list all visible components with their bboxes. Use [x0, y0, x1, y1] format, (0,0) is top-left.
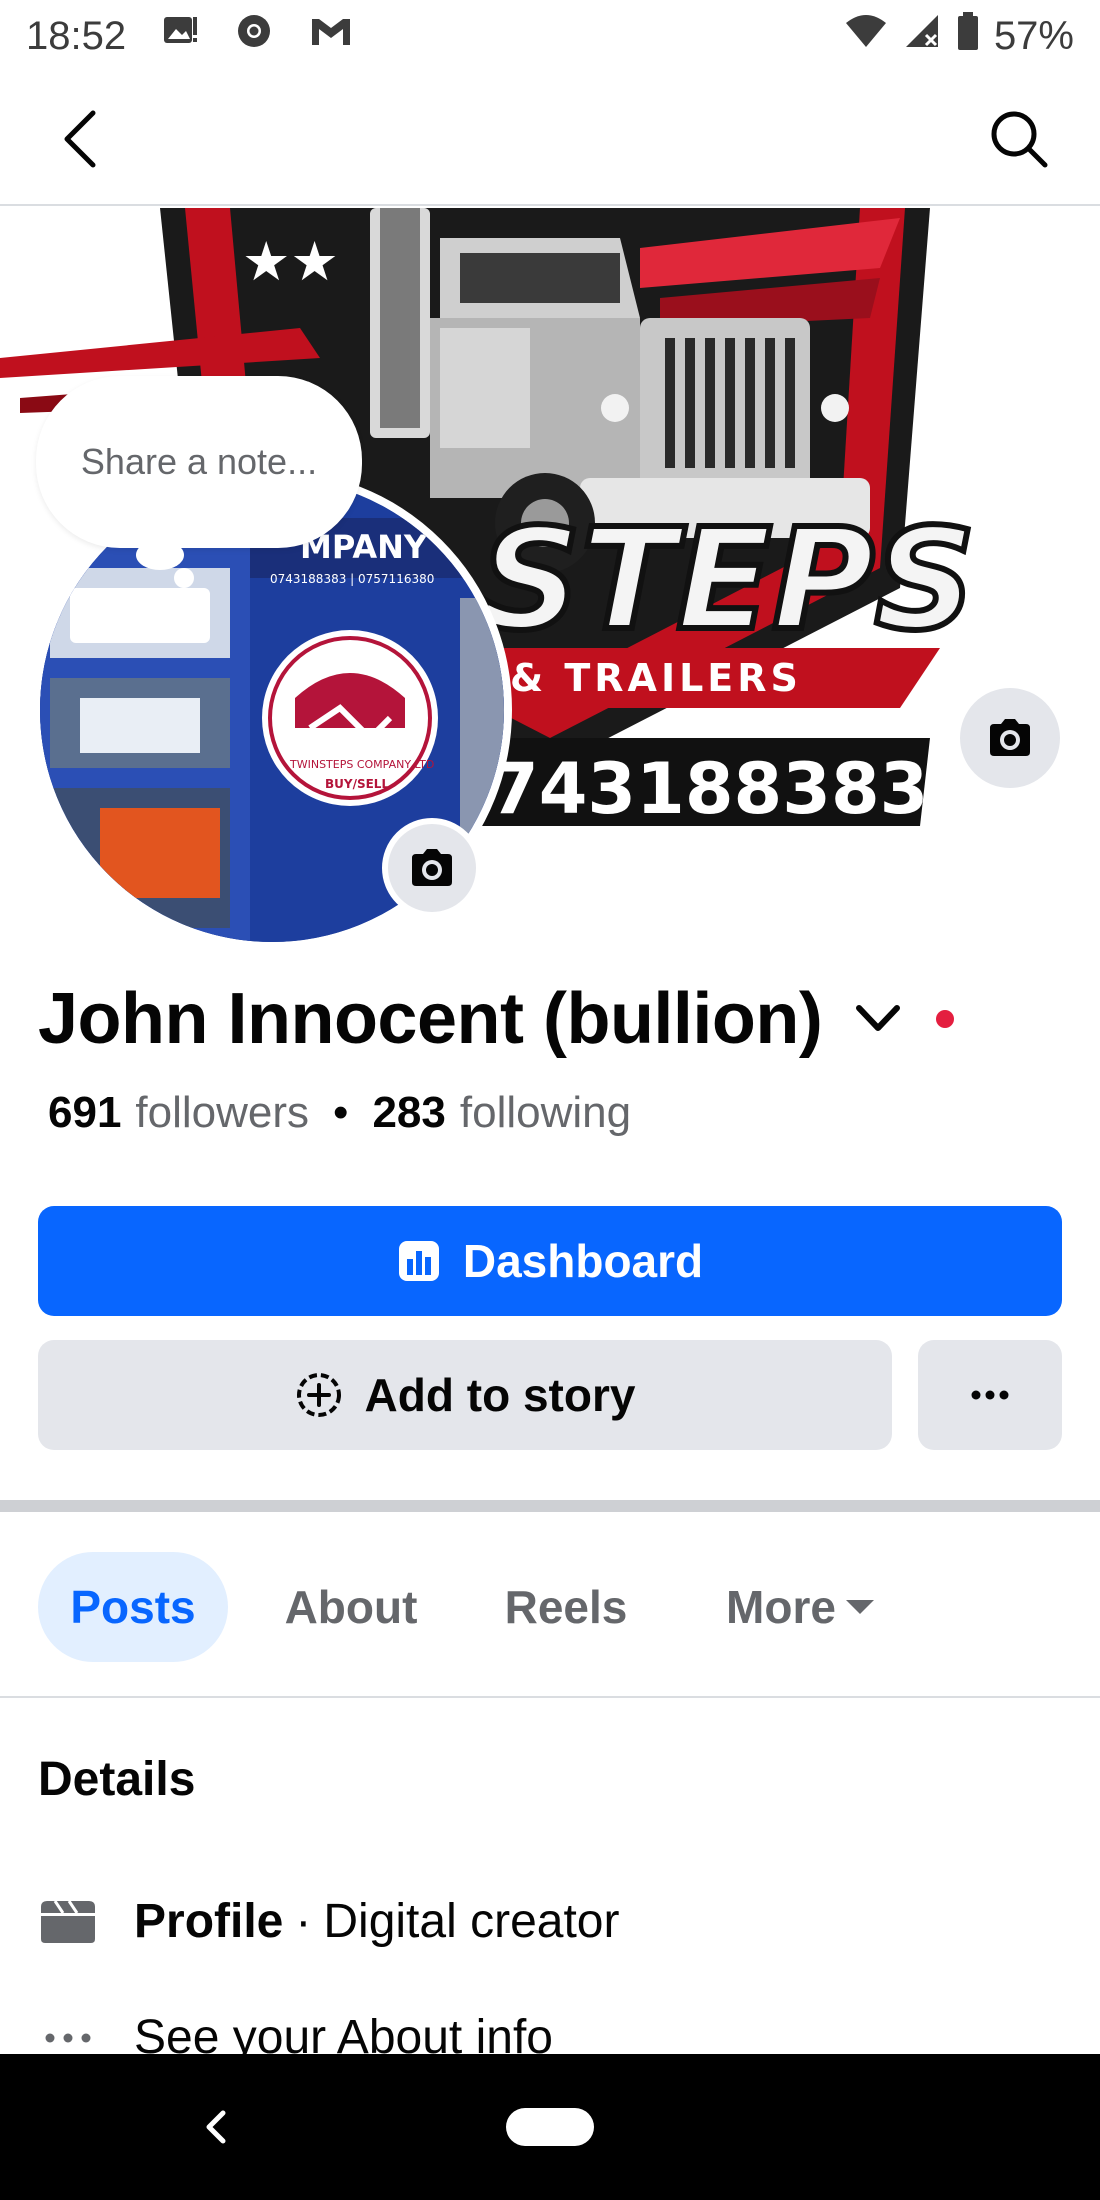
profile-name-row: John Innocent (bullion) — [38, 978, 955, 1060]
share-note-placeholder: Share a note... — [80, 441, 318, 482]
search-button[interactable] — [984, 104, 1054, 174]
tab-about-label: About — [284, 1581, 418, 1633]
detail-profile-value: Digital creator — [323, 1895, 620, 1948]
signal-icon — [902, 11, 942, 61]
tab-posts[interactable]: Posts — [38, 1552, 228, 1662]
camera-icon — [412, 849, 452, 886]
dashboard-label: Dashboard — [462, 1235, 704, 1287]
following-count: 283 — [372, 1088, 446, 1137]
dashboard-button[interactable]: Dashboard — [38, 1206, 1062, 1316]
more-options-button[interactable] — [918, 1340, 1062, 1450]
chrome-icon — [234, 11, 274, 61]
cover-stars: ★★ — [242, 230, 339, 293]
system-home-button[interactable] — [506, 2108, 594, 2146]
caret-down-icon — [845, 1600, 874, 1614]
follow-stats: 691 followers • 283 following — [48, 1088, 631, 1138]
battery-percent: 57% — [993, 13, 1074, 58]
note-bubble-tail-small — [174, 568, 194, 588]
battery-icon — [956, 11, 980, 61]
back-arrow-icon — [206, 2110, 226, 2144]
search-icon — [991, 111, 1048, 168]
add-to-story-label: Add to story — [364, 1369, 636, 1421]
section-divider — [0, 1500, 1100, 1512]
tab-more-label: More — [726, 1581, 836, 1633]
followers-link[interactable]: 691 followers — [48, 1088, 309, 1138]
top-nav — [0, 72, 1100, 206]
clapperboard-icon — [38, 1897, 98, 1947]
tab-reels[interactable]: Reels — [480, 1552, 652, 1662]
profile-name: John Innocent (bullion) — [38, 979, 823, 1059]
following-label: following — [459, 1088, 632, 1137]
followers-label: followers — [135, 1088, 310, 1137]
switch-profile-button[interactable] — [850, 991, 906, 1047]
tab-about[interactable]: About — [268, 1552, 434, 1662]
note-bubble-tail — [136, 540, 184, 570]
cover-brand-text: STEPS — [480, 499, 975, 662]
gmail-icon — [308, 11, 354, 61]
details-heading: Details — [38, 1753, 196, 1806]
tab-reels-label: Reels — [504, 1581, 628, 1633]
following-link[interactable]: 283 following — [372, 1088, 631, 1138]
followers-count: 691 — [48, 1088, 122, 1137]
edit-cover-button[interactable] — [960, 688, 1060, 788]
dashboard-icon — [398, 1241, 439, 1281]
gallery-notification-icon — [160, 11, 200, 61]
chevron-left-icon — [64, 110, 96, 168]
detail-profile-label: Profile — [134, 1895, 284, 1948]
system-back-button[interactable] — [186, 2094, 246, 2160]
detail-separator: · — [295, 1895, 312, 1948]
back-button[interactable] — [46, 104, 116, 174]
wifi-icon — [844, 11, 888, 61]
stats-separator: • — [333, 1088, 349, 1137]
add-to-story-button[interactable]: Add to story — [38, 1340, 892, 1450]
status-bar: 18:52 57% — [0, 0, 1100, 72]
profile-tabs: Posts About Reels More — [0, 1512, 1100, 1698]
avatar-logo-sub: BUY/SELL — [325, 777, 389, 791]
cover-phone-text: 743188383 — [490, 748, 928, 826]
avatar-logo-text: TWINSTEPS COMPANY LTD — [289, 758, 434, 771]
notification-dot — [936, 1010, 955, 1028]
cover-subtext: & TRAILERS — [510, 656, 802, 700]
camera-icon — [990, 719, 1030, 756]
share-note-bubble[interactable]: Share a note... — [36, 376, 362, 548]
system-navigation-bar — [0, 2054, 1100, 2200]
avatar-sign-numbers: 0743188383 | 0757116380 — [270, 572, 434, 586]
add-story-icon — [296, 1373, 341, 1417]
edit-profile-picture-button[interactable] — [382, 818, 482, 918]
tab-posts-label: Posts — [70, 1581, 196, 1633]
ellipsis-icon — [971, 1390, 1009, 1400]
detail-profile-category: Profile · Digital creator — [38, 1894, 619, 1949]
chevron-down-icon — [856, 1005, 901, 1031]
status-time: 18:52 — [26, 13, 127, 58]
tab-more[interactable]: More — [700, 1552, 900, 1662]
